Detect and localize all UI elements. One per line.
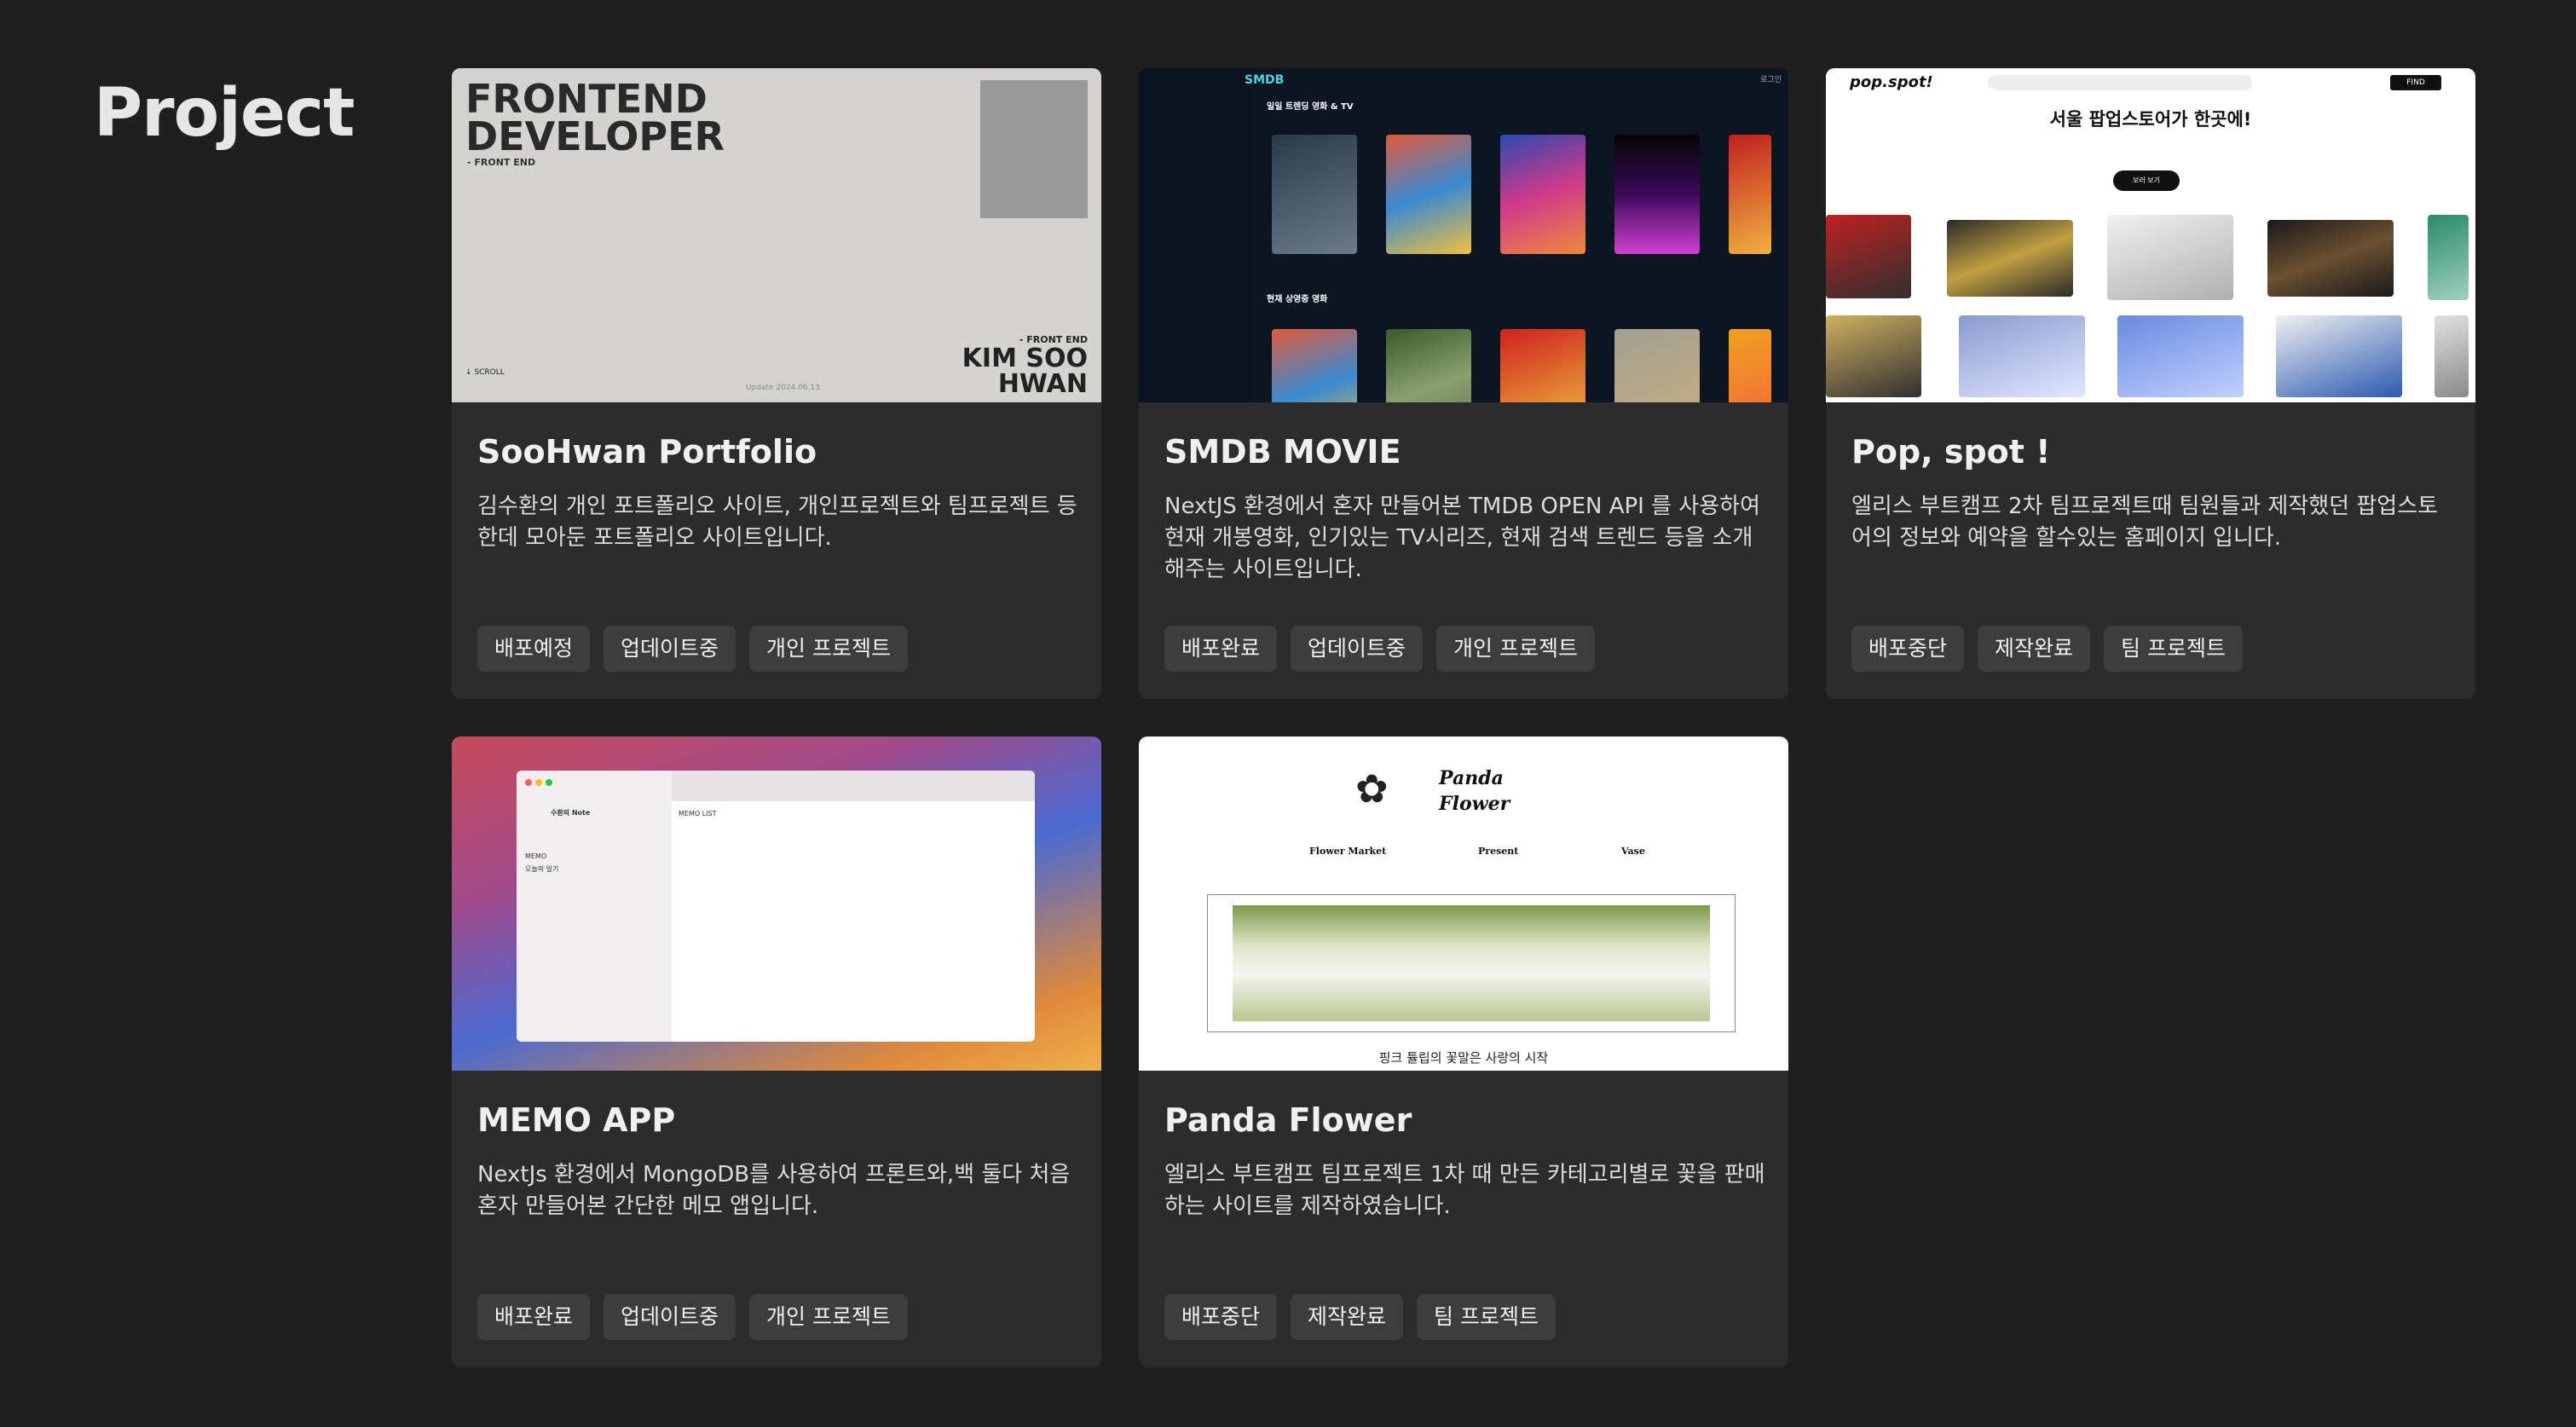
thumb-list-title: MEMO LIST — [679, 810, 717, 817]
minimize-dot-icon — [535, 779, 542, 786]
project-thumbnail: FRONTEND DEVELOPER - FRONT END - FRONT E… — [452, 68, 1101, 402]
project-title: SMDB MOVIE — [1164, 433, 1401, 471]
thumb-poster — [1614, 329, 1700, 402]
thumb-window-toolbar — [672, 771, 1035, 801]
project-card-panda-flower[interactable]: ✿ Panda Flower Flower Market Present Vas… — [1139, 737, 1788, 1367]
thumb-poster — [1500, 135, 1585, 254]
project-tags: 배포완료 업데이트중 개인 프로젝트 — [477, 1294, 908, 1340]
thumb-photo — [2276, 315, 2402, 397]
type-tag: 개인 프로젝트 — [749, 626, 908, 672]
project-title: Panda Flower — [1164, 1101, 1412, 1139]
thumb-window: 수환의 Note MEMO 오늘의 일기 MEMO LIST — [517, 771, 1035, 1042]
thumb-poster — [1272, 329, 1357, 402]
project-card-popspot[interactable]: pop.spot! FIND 서울 팝업스토어가 한곳에! 보러 보기 Pop,… — [1826, 68, 2475, 699]
status-tag: 배포완료 — [1164, 626, 1278, 672]
thumb-photo — [2117, 315, 2244, 397]
thumb-nav-item: Vase — [1621, 846, 1645, 857]
status-tag: 배포중단 — [1164, 1294, 1278, 1340]
thumb-scroll: ↓ SCROLL — [465, 368, 505, 377]
project-tags: 배포중단 제작완료 팀 프로젝트 — [1164, 1294, 1556, 1340]
thumb-row-title: 현재 상영중 영화 — [1267, 295, 1328, 304]
section-title: Project — [94, 75, 355, 152]
thumb-headline: 서울 팝업스토어가 한곳에! — [2049, 109, 2252, 130]
thumb-tulip-photo — [1233, 905, 1710, 1021]
thumb-poster — [1729, 135, 1771, 254]
project-card-memo[interactable]: 수환의 Note MEMO 오늘의 일기 MEMO LIST MEMO APP … — [452, 737, 1101, 1367]
type-tag: 팀 프로젝트 — [1417, 1294, 1556, 1340]
thumb-photo — [2434, 315, 2469, 397]
thumb-nav-item: Present — [1478, 846, 1519, 857]
update-tag: 업데이트중 — [604, 1294, 736, 1340]
update-tag: 업데이트중 — [604, 626, 736, 672]
thumb-folder: 오늘의 일기 — [525, 865, 559, 873]
thumb-headline: FRONTEND DEVELOPER — [465, 76, 725, 159]
thumb-name: KIM SOO HWAN — [962, 344, 1088, 399]
type-tag: 팀 프로젝트 — [2104, 626, 2243, 672]
project-thumbnail: ✿ Panda Flower Flower Market Present Vas… — [1139, 737, 1788, 1071]
thumb-folder: MEMO — [525, 852, 547, 860]
thumb-poster — [1614, 135, 1700, 254]
project-description: 엘리스 부트캠프 2차 팀프로젝트때 팀원들과 제작했던 팝업스토어의 정보와 … — [1851, 494, 2439, 551]
thumb-poster — [1500, 329, 1585, 402]
project-tags: 배포예정 업데이트중 개인 프로젝트 — [477, 626, 908, 672]
thumb-subtitle: - FRONT END — [467, 157, 536, 168]
project-grid: FRONTEND DEVELOPER - FRONT END - FRONT E… — [452, 68, 2475, 1367]
project-description: 엘리스 부트캠프 팀프로젝트 1차 때 만든 카테고리별로 꽃을 판매하는 사이… — [1164, 1162, 1765, 1219]
thumb-caption: 핑크 튤립의 꽃말은 사랑의 시작 — [1378, 1050, 1549, 1066]
thumb-image-placeholder — [980, 80, 1088, 218]
project-thumbnail: SMDB 로그인 일일 트렌딩 영화 & TV 현재 상영중 영화 — [1139, 68, 1788, 402]
project-tags: 배포완료 업데이트중 개인 프로젝트 — [1164, 626, 1595, 672]
thumb-brand: pop.spot! — [1850, 73, 1933, 91]
project-description: 김수환의 개인 포트폴리오 사이트, 개인프로젝트와 팀프로젝트 등 한데 모아… — [477, 494, 1077, 551]
thumb-poster — [1729, 329, 1771, 402]
flower-logo-icon: ✿ — [1355, 765, 1389, 812]
thumb-photo — [1826, 315, 1921, 397]
project-thumbnail: pop.spot! FIND 서울 팝업스토어가 한곳에! 보러 보기 — [1826, 68, 2475, 402]
maximize-dot-icon — [546, 779, 552, 786]
project-tags: 배포중단 제작완료 팀 프로젝트 — [1851, 626, 2243, 672]
project-description: NextJs 환경에서 MongoDB를 사용하여 프론트와,백 둘다 처음 혼… — [477, 1162, 1071, 1219]
thumb-photo — [1947, 220, 2073, 297]
status-tag: 배포중단 — [1851, 626, 1965, 672]
thumb-title: Panda Flower — [1439, 765, 1510, 817]
thumb-find-button: FIND — [2390, 75, 2441, 90]
update-tag: 업데이트중 — [1291, 626, 1424, 672]
status-tag: 배포예정 — [477, 626, 591, 672]
thumb-sidebar — [1139, 68, 1250, 402]
thumb-photo — [2107, 215, 2233, 300]
close-dot-icon — [525, 779, 532, 786]
thumb-update: Update 2024.06.13 — [746, 384, 820, 392]
thumb-photo — [2428, 215, 2469, 300]
thumb-window-sidebar — [517, 771, 672, 1042]
thumb-photo — [1826, 215, 1911, 298]
project-card-smdb[interactable]: SMDB 로그인 일일 트렌딩 영화 & TV 현재 상영중 영화 SMDB M… — [1139, 68, 1788, 699]
thumb-photo — [2267, 220, 2394, 297]
thumb-nav-item: Flower Market — [1309, 846, 1387, 857]
project-card-portfolio[interactable]: FRONTEND DEVELOPER - FRONT END - FRONT E… — [452, 68, 1101, 699]
project-description: NextJS 환경에서 혼자 만들어본 TMDB OPEN API 를 사용하여… — [1164, 494, 1760, 582]
project-title: MEMO APP — [477, 1101, 676, 1139]
thumb-pill: 보러 보기 — [2113, 170, 2180, 191]
progress-tag: 제작완료 — [1291, 1294, 1404, 1340]
thumb-photo — [1959, 315, 2085, 397]
thumb-poster — [1272, 135, 1357, 254]
thumb-user: 수환의 Note — [551, 809, 591, 817]
thumb-title-line: Panda — [1439, 767, 1504, 789]
thumb-poster — [1386, 135, 1471, 254]
project-title: Pop, spot ! — [1851, 433, 2051, 471]
thumb-logo: SMDB — [1245, 73, 1285, 87]
thumb-poster — [1386, 329, 1471, 402]
thumb-login: 로그인 — [1760, 76, 1782, 84]
type-tag: 개인 프로젝트 — [749, 1294, 908, 1340]
thumb-row-title: 일일 트렌딩 영화 & TV — [1267, 102, 1354, 112]
thumb-title-line: Flower — [1439, 793, 1510, 815]
thumb-search — [1988, 75, 2252, 90]
status-tag: 배포완료 — [477, 1294, 591, 1340]
progress-tag: 제작완료 — [1978, 626, 2091, 672]
project-thumbnail: 수환의 Note MEMO 오늘의 일기 MEMO LIST — [452, 737, 1101, 1071]
project-title: SooHwan Portfolio — [477, 433, 817, 471]
type-tag: 개인 프로젝트 — [1436, 626, 1595, 672]
